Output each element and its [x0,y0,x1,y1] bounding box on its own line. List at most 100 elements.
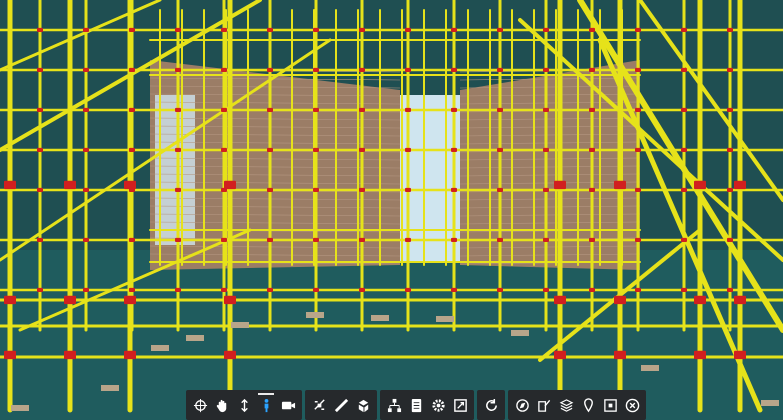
coupler [37,237,43,243]
zoom-updown-button[interactable] [234,393,254,417]
coupler [129,287,135,293]
measure-ruler-button[interactable] [331,393,351,417]
coupler [37,27,43,33]
coupler [267,187,273,193]
settings-gear-icon [431,398,445,412]
coupler [614,180,626,190]
coupler [267,67,273,73]
layers-button[interactable] [556,393,576,417]
reset-view-button[interactable] [481,393,501,417]
close-circle-icon [625,398,639,412]
location-pin-button[interactable] [578,393,598,417]
compass-button[interactable] [512,393,532,417]
coupler [37,187,43,193]
coupler [727,187,733,193]
explode-icon [313,398,325,410]
coupler [681,107,687,113]
properties-button[interactable] [406,393,426,417]
coupler [221,147,227,153]
base-plate [101,385,119,391]
pan-hand-icon [216,399,226,412]
coupler [635,287,641,293]
coupler [497,237,503,243]
coupler [727,147,733,153]
coupler [83,147,89,153]
coupler [405,107,411,113]
base-plate [231,322,249,328]
coupler [267,147,273,153]
coupler [313,147,319,153]
coupler [589,27,595,33]
coupler [224,350,236,360]
3d-viewport[interactable] [0,0,783,420]
base-plate [371,315,389,321]
settings-gear-button[interactable] [428,393,448,417]
coupler [37,287,43,293]
coupler [129,67,135,73]
coupler [681,287,687,293]
toolbar-group-1 [186,390,302,420]
orbit-button[interactable] [190,393,210,417]
coupler [451,237,457,243]
markup-button[interactable] [534,393,554,417]
coupler [554,350,566,360]
fullscreen-icon [453,398,467,412]
coupler [313,107,319,113]
coupler [451,27,457,33]
coupler [175,287,181,293]
coupler [681,187,687,193]
explode-button[interactable] [309,393,329,417]
scaffold-tube [0,0,162,72]
coupler [313,27,319,33]
pan-hand-button[interactable] [212,393,232,417]
toolbar-group-3 [380,390,474,420]
coupler [727,287,733,293]
coupler [497,187,503,193]
share-button[interactable] [600,393,620,417]
coupler [451,67,457,73]
coupler [221,287,227,293]
close-circle-button[interactable] [622,393,642,417]
coupler [175,27,181,33]
coupler [405,147,411,153]
coupler [589,187,595,193]
coupler [129,147,135,153]
scaffold-3d-scene[interactable] [0,0,783,420]
coupler [635,67,641,73]
section-box-button[interactable] [353,393,373,417]
fullscreen-button[interactable] [450,393,470,417]
coupler [589,67,595,73]
coupler [221,237,227,243]
model-tree-icon [387,398,401,412]
properties-icon [411,398,421,412]
viewer-toolbar [186,390,646,420]
coupler [83,107,89,113]
walk-person-button[interactable] [256,393,276,417]
coupler [543,107,549,113]
coupler [129,237,135,243]
coupler [405,187,411,193]
base-plate [151,345,169,351]
coupler [405,27,411,33]
toolbar-group-4 [477,390,505,420]
coupler [554,180,566,190]
coupler [451,187,457,193]
coupler [83,237,89,243]
camera-button[interactable] [278,393,298,417]
coupler [124,180,136,190]
coupler [221,27,227,33]
coupler [635,187,641,193]
section-box-icon [358,399,368,412]
coupler [681,147,687,153]
coupler [734,180,746,190]
coupler [83,27,89,33]
reset-view-icon [485,398,497,411]
coupler [589,147,595,153]
coupler [405,237,411,243]
model-tree-button[interactable] [384,393,404,417]
coupler [64,180,76,190]
coupler [727,67,733,73]
coupler [694,295,706,305]
base-plate [11,405,29,411]
coupler [37,147,43,153]
